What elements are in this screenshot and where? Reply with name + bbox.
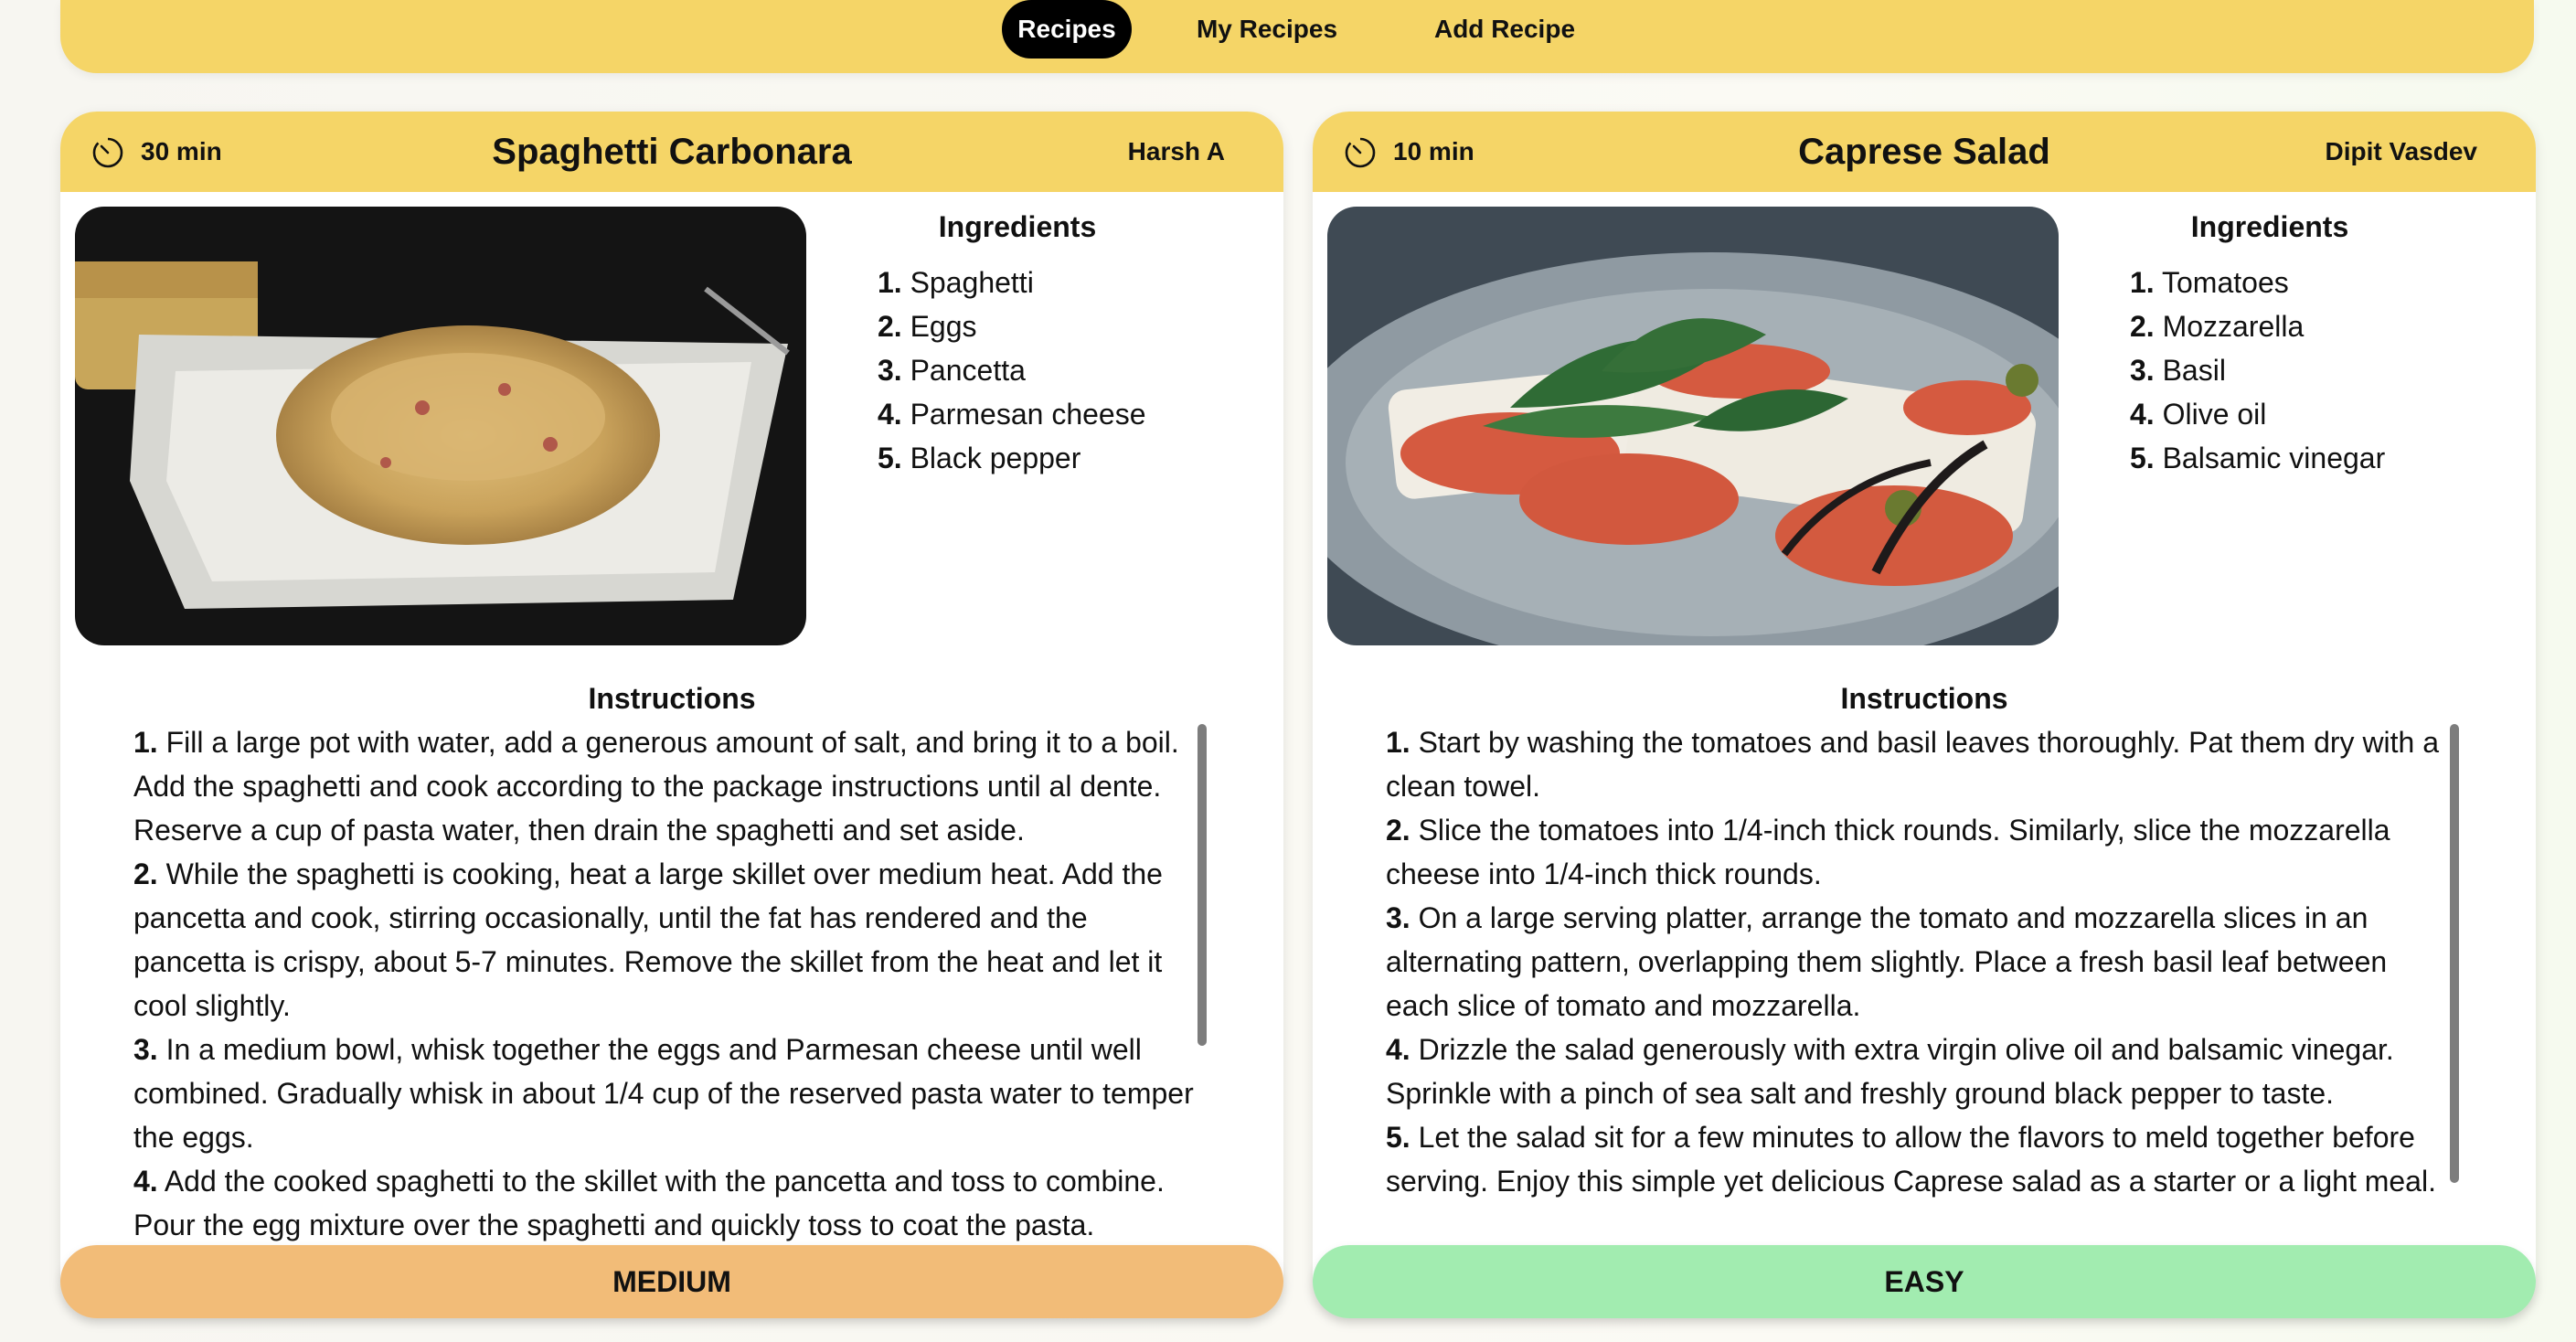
ingredient-item: 4. Parmesan cheese — [878, 398, 1146, 431]
ingredients-list: 1. Tomatoes 2. Mozzarella 3. Basil 4. Ol… — [2130, 261, 2385, 480]
caprese-salad-photo — [1327, 207, 2059, 645]
ingredients-list: 1. Spaghetti 2. Eggs 3. Pancetta 4. Parm… — [878, 261, 1146, 480]
instruction-step: 5. Let the salad sit for a few minutes t… — [1386, 1121, 2436, 1198]
instructions-scrollbar[interactable] — [2450, 724, 2459, 1183]
difficulty-badge-medium[interactable]: MEDIUM — [60, 1245, 1283, 1318]
instruction-step: 2. While the spaghetti is cooking, heat … — [133, 857, 1163, 1022]
spaghetti-carbonara-photo — [75, 207, 806, 645]
recipe-card-spaghetti-carbonara: 30 min Spaghetti Carbonara Harsh A Ingre… — [60, 112, 1283, 1318]
recipe-card-header: 10 min Caprese Salad Dipit Vasdev — [1313, 112, 2536, 192]
instruction-step: 4. Drizzle the salad generously with ext… — [1386, 1033, 2394, 1110]
instructions-scrollbar[interactable] — [1198, 724, 1207, 1046]
instruction-step: 3. On a large serving platter, arrange t… — [1386, 901, 2388, 1022]
ingredients-heading: Ingredients — [938, 210, 1097, 243]
ingredient-item: 3. Basil — [2130, 354, 2226, 387]
instructions-scroll-area[interactable]: 1. Fill a large pot with water, add a ge… — [133, 720, 1194, 1318]
difficulty-badge-easy[interactable]: EASY — [1313, 1245, 2536, 1318]
instruction-step: 4. Add the cooked spaghetti to the skill… — [133, 1165, 1165, 1241]
ingredient-item: 4. Olive oil — [2130, 398, 2267, 431]
nav-my-recipes-tab[interactable]: My Recipes — [1176, 0, 1358, 59]
ingredients-heading: Ingredients — [2190, 210, 2349, 243]
recipe-author: Dipit Vasdev — [2325, 137, 2477, 165]
ingredient-item: 3. Pancetta — [878, 354, 1026, 387]
recipe-title: Caprese Salad — [1798, 132, 2050, 172]
ingredient-item: 1. Spaghetti — [878, 266, 1034, 299]
instruction-step: 3. In a medium bowl, whisk together the … — [133, 1033, 1194, 1154]
instruction-step: 1. Start by washing the tomatoes and bas… — [1386, 726, 2440, 803]
timer-icon — [92, 136, 123, 168]
nav-recipes-tab[interactable]: Recipes — [1002, 0, 1132, 59]
ingredient-item: 2. Eggs — [878, 310, 977, 343]
ingredient-item: 5. Balsamic vinegar — [2130, 442, 2386, 474]
ingredient-item: 5. Black pepper — [878, 442, 1081, 474]
ingredient-item: 1. Tomatoes — [2130, 266, 2289, 299]
instructions-heading: Instructions — [588, 682, 756, 715]
recipe-card-header: 30 min Spaghetti Carbonara Harsh A — [60, 112, 1283, 192]
recipe-title: Spaghetti Carbonara — [492, 132, 852, 172]
timer-icon — [1345, 136, 1376, 168]
instruction-step: 2. Slice the tomatoes into 1/4-inch thic… — [1386, 814, 2390, 890]
recipe-author: Harsh A — [1127, 137, 1225, 165]
recipe-time: 30 min — [141, 137, 222, 165]
instructions-scroll-area[interactable]: 1. Start by washing the tomatoes and bas… — [1386, 720, 2446, 1318]
ingredient-item: 2. Mozzarella — [2130, 310, 2305, 343]
recipe-time: 10 min — [1393, 137, 1474, 165]
instruction-step: 1. Fill a large pot with water, add a ge… — [133, 726, 1179, 847]
nav-add-recipe-tab[interactable]: Add Recipe — [1422, 0, 1587, 59]
top-nav: Recipes My Recipes Add Recipe — [60, 0, 2534, 73]
instructions-heading: Instructions — [1840, 682, 2008, 715]
recipe-card-caprese-salad: 10 min Caprese Salad Dipit Vasdev Ingred… — [1313, 112, 2536, 1318]
